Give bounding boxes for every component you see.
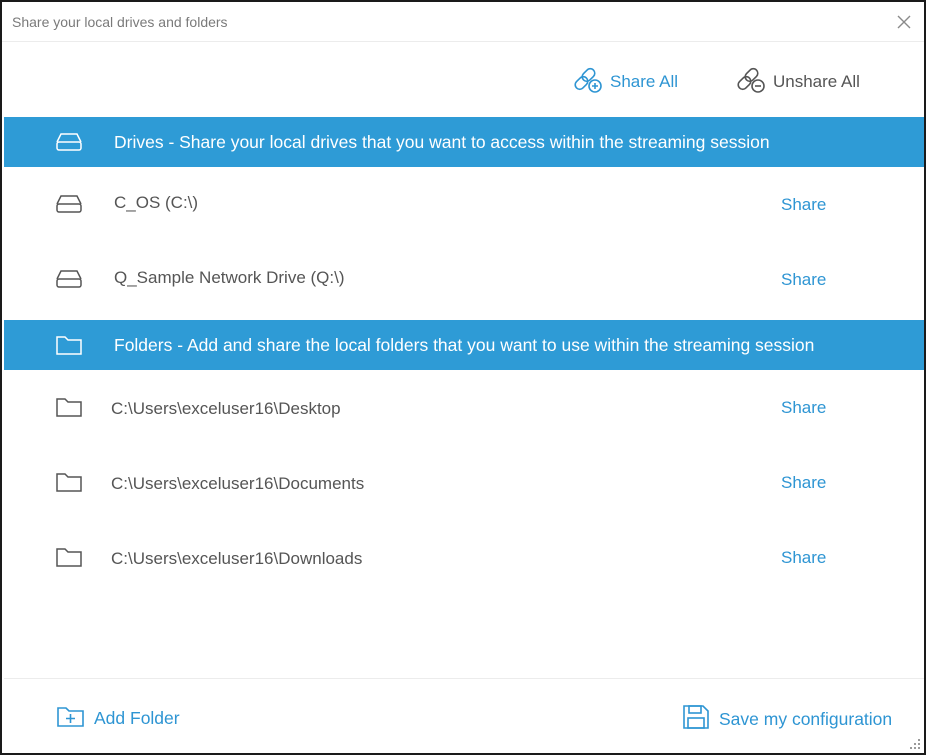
- share-dialog-window: Share your local drives and folders Shar…: [0, 0, 926, 755]
- close-icon[interactable]: [894, 12, 914, 32]
- dialog-footer: Add Folder Save my configuration: [4, 678, 924, 755]
- drives-section-title: Drives - Share your local drives that yo…: [114, 131, 770, 152]
- drive-row: C_OS (C:\) Share: [4, 167, 924, 242]
- add-folder-button[interactable]: Add Folder: [56, 703, 180, 734]
- folder-icon: [54, 545, 84, 574]
- link-remove-icon: [737, 65, 767, 100]
- folders-section-title: Folders - Add and share the local folder…: [114, 334, 815, 355]
- folder-icon: [54, 395, 84, 424]
- share-folder-button[interactable]: Share: [781, 548, 826, 568]
- add-folder-label: Add Folder: [94, 708, 180, 728]
- drive-label: C_OS (C:\): [114, 193, 199, 212]
- share-all-button[interactable]: Share All: [574, 67, 678, 97]
- save-config-label: Save my configuration: [719, 709, 893, 729]
- folder-add-icon: [56, 703, 86, 734]
- toolbar: Share All Unshare All: [2, 43, 922, 117]
- share-folder-button[interactable]: Share: [781, 473, 826, 493]
- drive-row: Q_Sample Network Drive (Q:\) Share: [4, 242, 924, 317]
- share-drive-button[interactable]: Share: [781, 195, 826, 215]
- drive-label: Q_Sample Network Drive (Q:\): [114, 268, 345, 287]
- folder-row: C:\Users\exceluser16\Desktop Share: [4, 370, 924, 445]
- share-folder-button[interactable]: Share: [781, 398, 826, 418]
- folder-icon: [54, 333, 84, 362]
- drive-icon: [54, 267, 84, 296]
- folder-path-label: C:\Users\exceluser16\Desktop: [111, 399, 341, 418]
- folder-path-label: C:\Users\exceluser16\Downloads: [111, 549, 363, 568]
- drive-icon: [54, 192, 84, 221]
- folders-section-header: Folders - Add and share the local folder…: [4, 320, 924, 370]
- unshare-all-button[interactable]: Unshare All: [737, 67, 860, 97]
- drive-icon: [54, 130, 84, 159]
- resize-grip-icon[interactable]: [908, 737, 922, 751]
- folder-row: C:\Users\exceluser16\Documents Share: [4, 445, 924, 520]
- window-title: Share your local drives and folders: [12, 14, 228, 30]
- folder-path-label: C:\Users\exceluser16\Documents: [111, 474, 365, 493]
- unshare-all-label: Unshare All: [773, 72, 860, 91]
- save-configuration-button[interactable]: Save my configuration: [681, 703, 892, 736]
- title-bar: Share your local drives and folders: [2, 2, 924, 42]
- folder-row: C:\Users\exceluser16\Downloads Share: [4, 520, 924, 595]
- link-add-icon: [574, 65, 604, 100]
- drives-section-header: Drives - Share your local drives that yo…: [4, 117, 924, 167]
- save-icon: [681, 703, 711, 736]
- share-drive-button[interactable]: Share: [781, 270, 826, 290]
- folder-icon: [54, 470, 84, 499]
- share-all-label: Share All: [610, 72, 679, 91]
